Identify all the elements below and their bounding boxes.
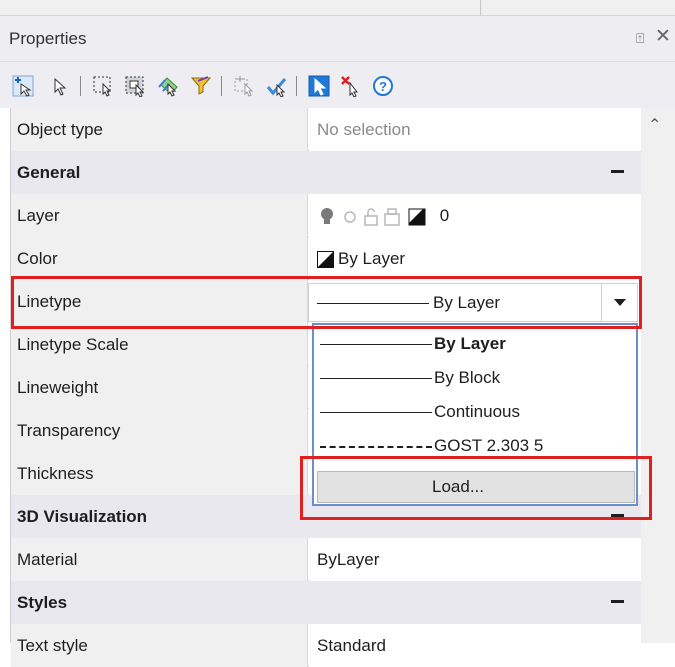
window-select-icon[interactable] <box>92 75 114 97</box>
layer-color-swatch-icon <box>408 208 426 226</box>
add-select-icon[interactable] <box>12 75 34 97</box>
category-label: General <box>11 151 642 194</box>
close-icon[interactable]: ✕ <box>655 27 671 46</box>
scroll-up-icon[interactable]: ⌃ <box>648 118 661 134</box>
layer-state-icons <box>321 207 426 226</box>
property-name: Layer <box>11 194 308 237</box>
layer-name: 0 <box>439 206 450 225</box>
linetype-sample-icon <box>320 412 432 414</box>
property-name: Text style <box>11 624 308 667</box>
row-material[interactable]: Material ByLayer <box>11 538 642 581</box>
crossing-select-icon[interactable] <box>124 75 146 97</box>
toolbar-separator <box>296 76 297 96</box>
color-text: By Layer <box>338 249 406 268</box>
window-top-strip <box>0 0 675 16</box>
vertical-scrollbar[interactable] <box>641 108 675 643</box>
row-layer[interactable]: Layer 0 <box>11 194 642 237</box>
load-highlight <box>300 456 652 520</box>
toolbar-separator <box>221 76 222 96</box>
property-name: Material <box>11 538 308 581</box>
unlock-icon <box>364 207 378 226</box>
toolbar-separator <box>80 76 81 96</box>
select-icon[interactable] <box>48 75 70 97</box>
layer-value[interactable]: 0 <box>309 194 642 237</box>
linetype-sample-icon <box>320 344 432 346</box>
linetype-sample-icon <box>320 445 432 448</box>
properties-titlebar: Properties ⍐ ✕ <box>0 16 675 62</box>
properties-toolbar: ? <box>0 62 675 108</box>
linetype-sample-icon <box>320 378 432 380</box>
property-name: Color <box>11 237 308 280</box>
select-similar-icon[interactable] <box>233 75 255 97</box>
property-name: Lineweight <box>11 366 308 409</box>
property-name: Thickness <box>11 452 308 495</box>
collapse-icon[interactable] <box>611 600 624 603</box>
panel-title: Properties <box>9 29 87 48</box>
deselect-icon[interactable] <box>340 75 362 97</box>
top-strip-divider <box>480 0 481 16</box>
row-text-style[interactable]: Text style Standard <box>11 624 642 667</box>
pin-icon[interactable]: ⍐ <box>636 31 644 45</box>
help-icon[interactable]: ? <box>372 75 394 97</box>
property-name: Linetype Scale <box>11 323 308 366</box>
row-object-type: Object type No selection <box>11 108 642 151</box>
property-value[interactable]: Standard <box>309 624 642 667</box>
collapse-icon[interactable] <box>611 170 624 173</box>
quick-select-icon[interactable] <box>157 75 179 97</box>
color-value[interactable]: By Layer <box>309 237 642 280</box>
property-value: No selection <box>309 108 642 151</box>
printer-icon <box>384 207 400 226</box>
svg-text:?: ? <box>379 79 387 94</box>
filter-icon[interactable] <box>190 75 212 97</box>
option-by-layer[interactable]: By Layer <box>314 327 636 361</box>
color-swatch-icon <box>317 251 334 269</box>
property-name: Transparency <box>11 409 308 452</box>
option-continuous[interactable]: Continuous <box>314 395 636 429</box>
sun-icon <box>344 210 356 223</box>
pickadd-toggle-icon[interactable] <box>308 75 330 97</box>
category-label: Styles <box>11 581 642 624</box>
category-general[interactable]: General <box>11 151 642 194</box>
property-value[interactable]: ByLayer <box>309 538 642 581</box>
category-styles[interactable]: Styles <box>11 581 642 624</box>
lightbulb-icon <box>321 207 333 224</box>
row-color[interactable]: Color By Layer <box>11 237 642 280</box>
option-gost[interactable]: GOST 2.303 5 <box>314 429 636 459</box>
property-name: Object type <box>11 108 308 151</box>
linetype-highlight <box>11 276 642 329</box>
match-properties-icon[interactable] <box>266 75 288 97</box>
option-by-block[interactable]: By Block <box>314 361 636 395</box>
